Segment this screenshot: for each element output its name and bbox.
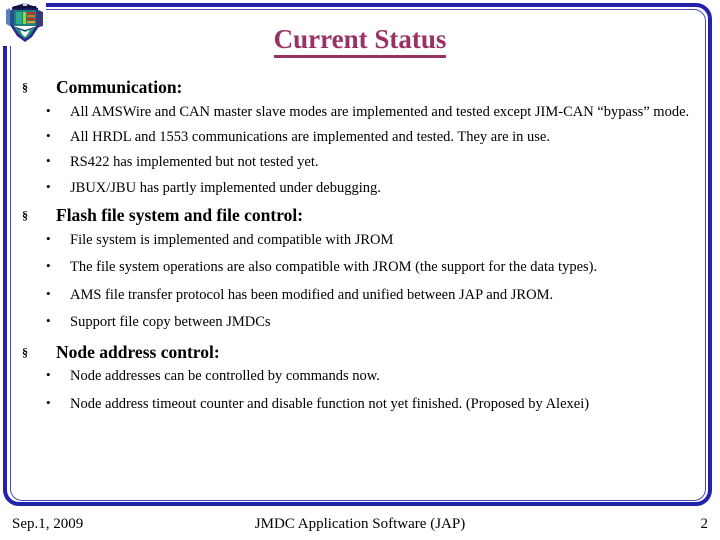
bullet-list: • All AMSWire and CAN master slave modes… — [22, 103, 694, 198]
section-heading: § Communication: — [22, 76, 694, 100]
section-marker-icon: § — [22, 208, 28, 223]
list-item: • Node address timeout counter and disab… — [22, 395, 694, 413]
section-node-address-control: § Node address control: • Node addresses… — [22, 341, 694, 413]
list-item-text: Support file copy between JMDCs — [70, 314, 271, 331]
list-item-text: File system is implemented and compatibl… — [70, 231, 394, 248]
section-heading-text: Communication: — [56, 77, 183, 97]
list-item-text: The file system operations are also comp… — [70, 259, 598, 276]
section-heading: § Node address control: — [22, 341, 694, 365]
list-item-text: AMS file transfer protocol has been modi… — [70, 286, 554, 303]
bullet-marker-icon: • — [46, 102, 51, 118]
bullet-marker-icon: • — [46, 153, 51, 169]
list-item: • RS422 has implemented but not tested y… — [22, 153, 694, 171]
section-marker-icon: § — [22, 80, 28, 94]
list-item: • AMS file transfer protocol has been mo… — [22, 286, 694, 304]
bullet-marker-icon: • — [46, 230, 51, 246]
list-item: • The file system operations are also co… — [22, 258, 694, 276]
bullet-list: • Node addresses can be controlled by co… — [22, 367, 694, 413]
section-marker-icon: § — [22, 344, 28, 359]
bullet-marker-icon: • — [46, 285, 51, 301]
list-item: • All HRDL and 1553 communications are i… — [22, 128, 694, 146]
list-item: • File system is implemented and compati… — [22, 231, 694, 249]
list-item-text: All HRDL and 1553 communications are imp… — [70, 129, 550, 146]
bullet-marker-icon: • — [46, 178, 51, 194]
list-item-text: RS422 has implemented but not tested yet… — [70, 154, 319, 171]
bullet-marker-icon: • — [46, 367, 51, 383]
list-item-text: All AMSWire and CAN master slave modes a… — [70, 103, 690, 120]
bullet-marker-icon: • — [46, 313, 51, 329]
section-heading: § Flash file system and file control: — [22, 204, 694, 228]
list-item: • Support file copy between JMDCs — [22, 313, 694, 331]
slide-footer: Sep.1, 2009 JMDC Application Software (J… — [0, 516, 720, 540]
section-flash-file-system: § Flash file system and file control: • … — [22, 204, 694, 331]
list-item-text: Node addresses can be controlled by comm… — [70, 368, 380, 385]
bullet-list: • File system is implemented and compati… — [22, 231, 694, 332]
list-item: • Node addresses can be controlled by co… — [22, 367, 694, 385]
list-item: • All AMSWire and CAN master slave modes… — [22, 103, 694, 121]
list-item-text: JBUX/JBU has partly implemented under de… — [70, 179, 381, 196]
bullet-marker-icon: • — [46, 128, 51, 144]
section-communication: § Communication: • All AMSWire and CAN m… — [22, 76, 694, 197]
footer-page-number: 2 — [700, 516, 709, 532]
slide: Current Status § Communication: • All AM… — [0, 0, 720, 540]
list-item: • JBUX/JBU has partly implemented under … — [22, 179, 694, 197]
bullet-marker-icon: • — [46, 258, 51, 274]
page-title: Current Status — [0, 24, 720, 58]
footer-title: JMDC Application Software (JAP) — [254, 516, 466, 532]
bullet-marker-icon: • — [46, 394, 51, 410]
slide-content: § Communication: • All AMSWire and CAN m… — [22, 74, 694, 422]
page-title-text: Current Status — [273, 24, 447, 58]
list-item-text: Node address timeout counter and disable… — [70, 395, 590, 412]
section-heading-text: Flash file system and file control: — [56, 205, 304, 226]
section-heading-text: Node address control: — [56, 341, 220, 362]
